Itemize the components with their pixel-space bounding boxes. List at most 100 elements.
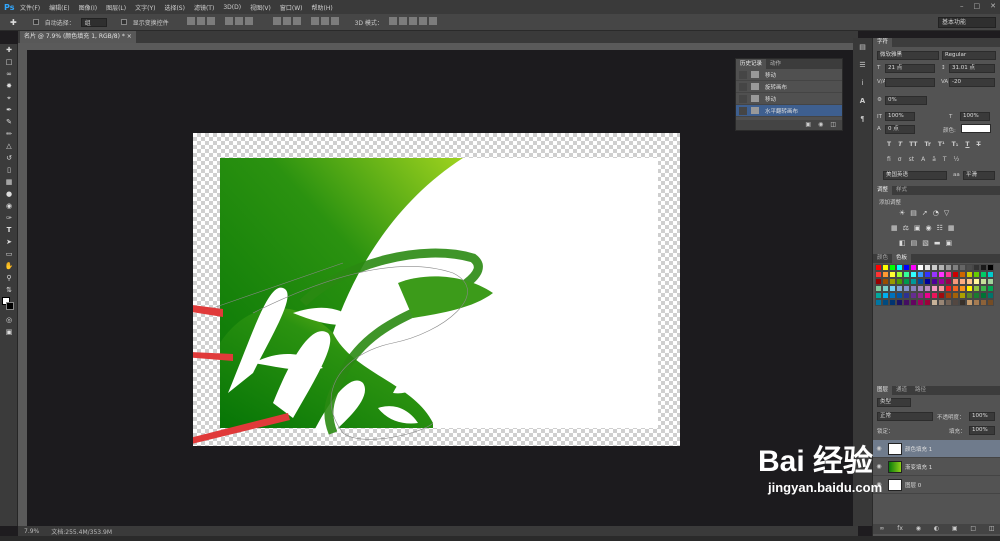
color-swatch[interactable] xyxy=(938,264,945,271)
distribute-top-icon[interactable] xyxy=(272,17,281,25)
threshold-icon[interactable]: ▧ xyxy=(922,239,929,247)
color-lookup-icon[interactable]: ▦ xyxy=(948,224,955,232)
color-swatch[interactable] xyxy=(931,285,938,292)
brightness-icon[interactable]: ☀ xyxy=(899,209,905,217)
color-swatch[interactable] xyxy=(903,292,910,299)
kerning-field[interactable] xyxy=(885,78,935,87)
color-swatch[interactable] xyxy=(889,271,896,278)
maximize-icon[interactable]: □ xyxy=(974,2,981,10)
quick-select-tool-icon[interactable]: ✸ xyxy=(0,80,18,92)
color-swatch[interactable] xyxy=(896,271,903,278)
color-swatch[interactable] xyxy=(959,264,966,271)
color-swatch[interactable] xyxy=(980,278,987,285)
language-select[interactable]: 美国英语 xyxy=(883,171,947,180)
distribute-vcenter-icon[interactable] xyxy=(282,17,291,25)
color-swatch[interactable] xyxy=(910,292,917,299)
menu-select[interactable]: 选择(S) xyxy=(164,3,185,12)
blur-tool-icon[interactable]: ● xyxy=(0,188,18,200)
color-swatch[interactable] xyxy=(889,278,896,285)
color-swatch[interactable] xyxy=(875,271,882,278)
align-vcenter-icon[interactable] xyxy=(196,17,205,25)
color-swatch[interactable] xyxy=(924,292,931,299)
antialias-select[interactable]: 平滑 xyxy=(963,171,995,180)
layer-style-icon[interactable]: fx xyxy=(897,524,903,534)
color-swatch[interactable] xyxy=(945,292,952,299)
tab-history[interactable]: 历史记录 xyxy=(736,59,767,69)
color-swatch[interactable] xyxy=(889,285,896,292)
color-swatch[interactable] xyxy=(931,271,938,278)
color-swatch[interactable] xyxy=(952,299,959,306)
color-swatch[interactable] xyxy=(896,299,903,306)
curves-icon[interactable]: ➚ xyxy=(922,209,928,217)
color-swatch[interactable] xyxy=(980,264,987,271)
color-swatch[interactable] xyxy=(889,292,896,299)
levels-icon[interactable]: ▤ xyxy=(910,209,917,217)
ligature-icon[interactable]: fi xyxy=(887,156,891,163)
auto-select-checkbox[interactable] xyxy=(32,19,39,25)
color-swatch[interactable] xyxy=(903,278,910,285)
menu-layer[interactable]: 图层(L) xyxy=(106,3,126,12)
fraction2-icon[interactable]: ½ xyxy=(954,156,960,163)
all-caps-icon[interactable]: TT xyxy=(909,141,917,148)
distribute-right-icon[interactable] xyxy=(330,17,339,25)
marquee-tool-icon[interactable]: □ xyxy=(0,56,18,68)
brush-tool-icon[interactable]: ✏ xyxy=(0,128,18,140)
color-swatch[interactable] xyxy=(987,299,994,306)
font-size-field[interactable]: 21 点 xyxy=(885,64,935,73)
new-document-from-state-icon[interactable]: ▣ xyxy=(805,120,811,130)
black-white-icon[interactable]: ▣ xyxy=(914,224,921,232)
quick-mask-icon[interactable]: ◎ xyxy=(0,314,18,326)
vertical-ruler[interactable] xyxy=(18,50,27,526)
horizontal-ruler[interactable] xyxy=(18,43,853,50)
new-group-icon[interactable]: ▣ xyxy=(952,524,958,534)
color-swatch[interactable] xyxy=(875,285,882,292)
color-swatch[interactable] xyxy=(945,278,952,285)
eraser-tool-icon[interactable]: ▯ xyxy=(0,164,18,176)
document-info[interactable]: 文档:255.4M/353.9M xyxy=(51,527,112,536)
tab-actions[interactable]: 动作 xyxy=(766,59,785,69)
history-panel-icon[interactable]: ▤ xyxy=(853,38,872,56)
color-swatch[interactable] xyxy=(973,278,980,285)
color-swatch[interactable] xyxy=(973,285,980,292)
color-swatch[interactable] xyxy=(882,299,889,306)
color-swatch[interactable] xyxy=(987,264,994,271)
color-swatch[interactable] xyxy=(910,299,917,306)
document-canvas[interactable] xyxy=(193,133,680,446)
color-swatch[interactable] xyxy=(924,278,931,285)
auto-select-dropdown[interactable]: 组 xyxy=(80,17,107,27)
3d-slide-icon[interactable] xyxy=(418,17,427,25)
color-swatch[interactable] xyxy=(959,299,966,306)
menu-view[interactable]: 视图(V) xyxy=(250,3,271,12)
tsume-field[interactable]: 0% xyxy=(885,96,927,105)
eyedropper-tool-icon[interactable]: ✒ xyxy=(0,104,18,116)
color-swatch[interactable] xyxy=(966,299,973,306)
align-left-icon[interactable] xyxy=(224,17,233,25)
blend-mode-select[interactable]: 正常 xyxy=(877,412,933,421)
menu-type[interactable]: 文字(Y) xyxy=(135,3,155,12)
color-swatch[interactable] xyxy=(931,299,938,306)
delete-layer-icon[interactable]: ◫ xyxy=(989,524,995,534)
tab-color[interactable]: 颜色 xyxy=(873,254,892,263)
type-tool-icon[interactable]: T xyxy=(0,224,18,236)
dodge-tool-icon[interactable]: ◉ xyxy=(0,200,18,212)
zoom-level[interactable]: 7.9% xyxy=(24,528,39,535)
leading-field[interactable]: 31.01 点 xyxy=(949,64,995,73)
color-swatch[interactable] xyxy=(973,271,980,278)
posterize-icon[interactable]: ▤ xyxy=(911,239,918,247)
opacity-field[interactable]: 100% xyxy=(969,412,995,421)
menu-filter[interactable]: 滤镜(T) xyxy=(194,3,214,12)
layer-row[interactable]: ◉ 渐变填充 1 xyxy=(873,458,1000,476)
text-color-swatch[interactable] xyxy=(961,124,991,133)
align-right-icon[interactable] xyxy=(244,17,253,25)
lasso-tool-icon[interactable]: ∞ xyxy=(0,68,18,80)
color-swatch[interactable] xyxy=(987,271,994,278)
link-layers-icon[interactable]: ∞ xyxy=(879,524,884,534)
healing-brush-tool-icon[interactable]: ✎ xyxy=(0,116,18,128)
color-swatch[interactable] xyxy=(931,278,938,285)
color-swatch[interactable] xyxy=(903,264,910,271)
hue-saturation-icon[interactable]: ▦ xyxy=(891,224,898,232)
color-swatch[interactable] xyxy=(931,264,938,271)
color-swatch[interactable] xyxy=(952,285,959,292)
color-swatch[interactable] xyxy=(952,278,959,285)
superscript-icon[interactable]: T¹ xyxy=(938,141,945,148)
